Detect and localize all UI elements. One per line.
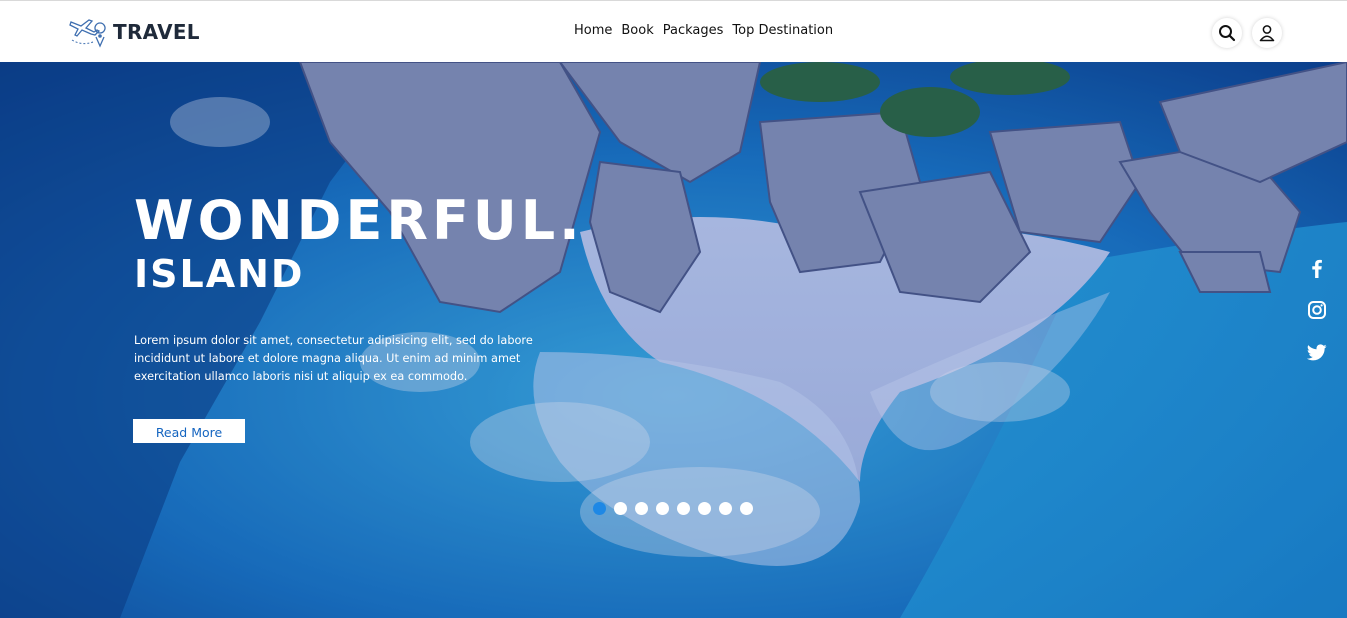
slide-dot-2[interactable] bbox=[614, 502, 627, 515]
facebook-link[interactable] bbox=[1306, 257, 1330, 279]
search-button[interactable] bbox=[1212, 18, 1242, 48]
slide-dot-7[interactable] bbox=[719, 502, 732, 515]
plane-location-icon bbox=[69, 19, 106, 48]
hero-subtitle: ISLAND bbox=[134, 252, 305, 296]
user-icon bbox=[1259, 25, 1275, 42]
nav-book[interactable]: Book bbox=[621, 23, 653, 38]
main-nav: Home Book Packages Top Destination bbox=[574, 23, 833, 38]
social-links bbox=[1306, 257, 1330, 363]
twitter-link[interactable] bbox=[1306, 341, 1330, 363]
slide-dot-5[interactable] bbox=[677, 502, 690, 515]
account-button[interactable] bbox=[1252, 18, 1282, 48]
slide-dot-6[interactable] bbox=[698, 502, 711, 515]
slider-pagination bbox=[593, 502, 753, 515]
nav-top-destination[interactable]: Top Destination bbox=[732, 23, 833, 38]
slide-dot-8[interactable] bbox=[740, 502, 753, 515]
slide-dot-1[interactable] bbox=[593, 502, 606, 515]
read-more-button[interactable]: Read More bbox=[133, 419, 245, 443]
hero-title: WONDERFUL. bbox=[134, 189, 584, 252]
slide-dot-3[interactable] bbox=[635, 502, 648, 515]
nav-home[interactable]: Home bbox=[574, 23, 612, 38]
instagram-link[interactable] bbox=[1306, 299, 1330, 321]
slide-dot-4[interactable] bbox=[656, 502, 669, 515]
hero-slider: WONDERFUL. ISLAND Lorem ipsum dolor sit … bbox=[0, 62, 1347, 618]
logo-text: TRAVEL bbox=[113, 20, 200, 44]
twitter-icon bbox=[1306, 344, 1327, 361]
facebook-icon bbox=[1312, 259, 1322, 278]
instagram-icon bbox=[1308, 301, 1326, 319]
nav-packages[interactable]: Packages bbox=[663, 23, 724, 38]
logo[interactable]: TRAVEL bbox=[67, 16, 200, 48]
search-icon bbox=[1219, 25, 1236, 42]
hero-description: Lorem ipsum dolor sit amet, consectetur … bbox=[134, 334, 533, 384]
top-navbar: TRAVEL Home Book Packages Top Destinatio… bbox=[0, 0, 1347, 62]
